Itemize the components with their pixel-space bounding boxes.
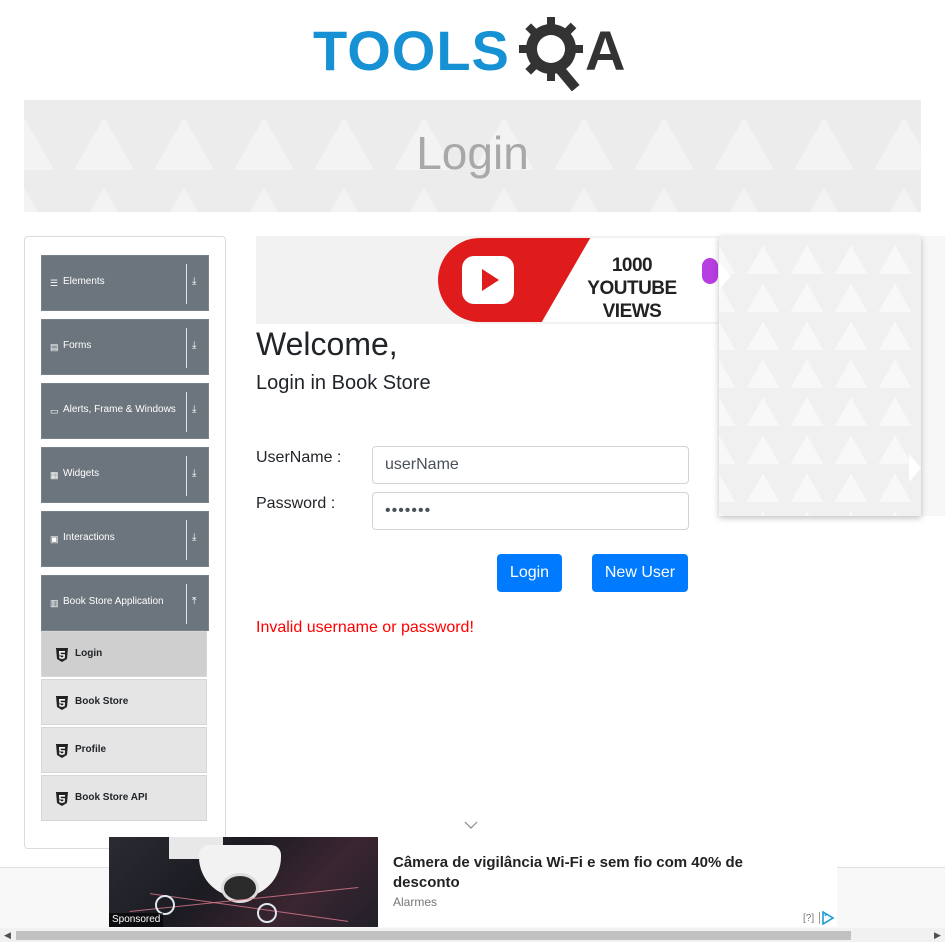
adchoices-icon[interactable]: [819, 911, 835, 925]
scroll-left-icon[interactable]: ◀: [4, 930, 11, 941]
hamburger-icon: ☰: [50, 278, 59, 288]
scrollbar-thumb[interactable]: [16, 931, 851, 940]
horizontal-scrollbar[interactable]: ◀ ▶: [0, 928, 945, 942]
sidebar-group-elements[interactable]: ☰ Elements ⤓: [41, 255, 209, 311]
books-icon: ▥: [50, 598, 59, 608]
html5-icon: [56, 744, 68, 758]
ad-info-link[interactable]: [?]: [803, 913, 814, 924]
item-label: Login: [75, 648, 103, 659]
html5-icon: [56, 792, 68, 806]
sidebar-group-alerts[interactable]: ▭ Alerts, Frame & Windows ⤓: [41, 383, 209, 439]
ad-title[interactable]: Câmera de vigilância Wi-Fi e sem fio com…: [393, 853, 793, 893]
sidebar-group-widgets[interactable]: ▦ Widgets ⤓: [41, 447, 209, 503]
new-user-button[interactable]: New User: [592, 554, 688, 592]
ad-decoration: [702, 258, 718, 284]
window-icon: ▭: [50, 406, 59, 416]
login-button[interactable]: Login: [497, 554, 562, 592]
ad-image: Sponsored: [109, 837, 378, 927]
expand-icon: ⤓: [192, 532, 197, 543]
side-ad[interactable]: [719, 236, 921, 516]
logo-text: TOOLS: [313, 19, 510, 82]
sidebar-group-book-store[interactable]: ▥ Book Store Application ⤒: [41, 575, 209, 631]
item-label: Book Store: [75, 696, 129, 707]
welcome-heading: Welcome,: [256, 326, 398, 362]
ad-source: Alarmes: [393, 895, 438, 909]
divider: [186, 328, 187, 368]
group-label: Alerts, Frame & Windows: [63, 404, 176, 415]
sponsored-label: Sponsored: [109, 913, 164, 927]
username-label: UserName :: [256, 449, 342, 466]
network-node-icon: [155, 895, 175, 915]
login-subtitle: Login in Book Store: [256, 372, 431, 394]
group-label: Widgets: [63, 468, 100, 479]
group-label: Elements: [63, 276, 105, 287]
expand-icon: ⤓: [192, 404, 197, 415]
logo-a: A: [585, 19, 626, 82]
ad-arrow-icon: [719, 262, 731, 290]
divider: [186, 456, 187, 496]
sidebar: ☰ Elements ⤓ ▤ Forms ⤓ ▭ Alerts, Frame &…: [24, 236, 226, 849]
camera-ad[interactable]: Sponsored Câmera de vigilância Wi-Fi e s…: [109, 837, 837, 927]
expand-icon: ⤓: [192, 276, 197, 287]
username-input[interactable]: [372, 446, 689, 484]
sidebar-group-forms[interactable]: ▤ Forms ⤓: [41, 319, 209, 375]
sidebar-group-interactions[interactable]: ▣ Interactions ⤓: [41, 511, 209, 567]
scroll-right-icon[interactable]: ▶: [934, 930, 941, 941]
collapse-icon: ⤒: [192, 596, 197, 607]
document-icon: ▤: [50, 342, 59, 352]
ad-arrow-icon: [909, 454, 921, 482]
group-label: Interactions: [63, 532, 115, 543]
expand-icon: ⤓: [192, 340, 197, 351]
divider: [186, 264, 187, 304]
network-node-icon: [257, 903, 277, 923]
toolsqa-logo[interactable]: TOOLS A: [313, 15, 635, 91]
password-label: Password :: [256, 495, 336, 512]
divider: [186, 392, 187, 432]
sidebar-item-book-store-api[interactable]: Book Store API: [41, 775, 207, 821]
group-label: Book Store Application: [63, 596, 164, 607]
page-edge: [921, 236, 945, 516]
expand-icon: ⤓: [192, 468, 197, 479]
item-label: Profile: [75, 744, 107, 755]
chevron-down-icon[interactable]: [464, 820, 478, 830]
box-icon: ▣: [50, 534, 59, 544]
play-icon: [482, 269, 499, 291]
divider: [186, 520, 187, 560]
sidebar-item-book-store[interactable]: Book Store: [41, 679, 207, 725]
gear-magnifier-icon: [519, 17, 583, 91]
youtube-views-ad[interactable]: 1000 YOUTUBE VIEWS: [256, 236, 726, 324]
ad-text-line: 1000: [611, 255, 653, 276]
grid-icon: ▦: [50, 470, 59, 480]
item-label: Book Store API: [75, 792, 148, 803]
html5-icon: [56, 696, 68, 710]
divider: [186, 584, 187, 624]
page-title: Login: [416, 127, 529, 179]
sidebar-item-profile[interactable]: Profile: [41, 727, 207, 773]
error-message: Invalid username or password!: [256, 619, 474, 636]
sidebar-item-login[interactable]: Login: [41, 631, 207, 677]
password-input[interactable]: [372, 492, 689, 530]
ad-text: 1000 YOUTUBE VIEWS: [572, 254, 692, 323]
page-banner: Login: [24, 100, 921, 212]
group-label: Forms: [63, 340, 92, 351]
ad-text-line: YOUTUBE VIEWS: [587, 278, 677, 322]
html5-icon: [56, 648, 68, 662]
